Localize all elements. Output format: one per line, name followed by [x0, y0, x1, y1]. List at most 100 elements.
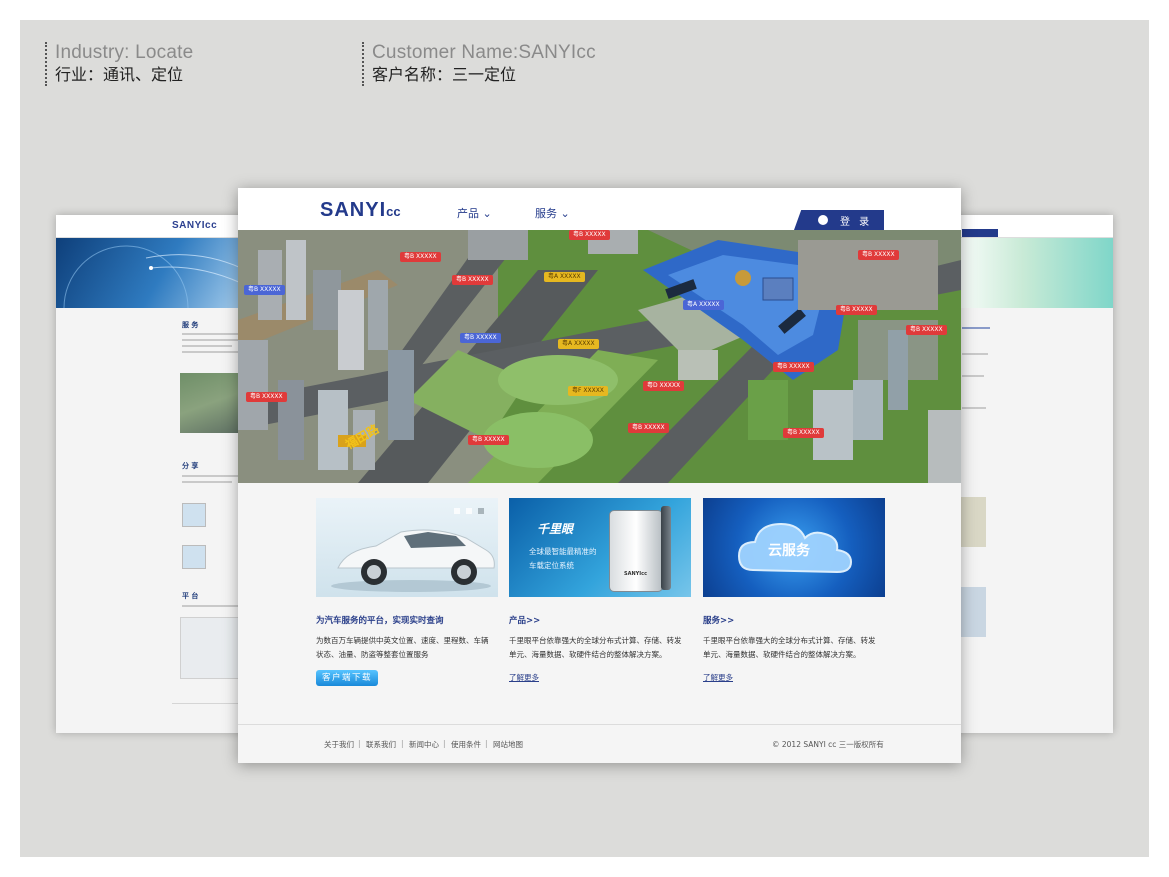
footer-link-terms[interactable]: 使用条件: [451, 739, 481, 750]
text-line: [962, 407, 986, 409]
vehicle-tag[interactable]: 粤B XXXXX: [244, 285, 285, 295]
industry-en: Industry: Locate: [55, 42, 194, 63]
site-header: SANYIcc 产品 ⌄ 服务 ⌄ 登 录: [238, 188, 961, 230]
footer-separator: |: [485, 739, 488, 748]
main-page: SANYIcc 产品 ⌄ 服务 ⌄ 登 录 粤B XXXXX 粤B XXXXX …: [238, 188, 961, 763]
customer-en: Customer Name:SANYIcc: [372, 42, 596, 63]
footer-divider: [238, 724, 961, 725]
footer-link-news[interactable]: 新闻中心: [409, 739, 439, 750]
back-right-login-tab: [962, 229, 998, 237]
vehicle-tag[interactable]: 粤D XXXXX: [643, 381, 685, 391]
logo-suffix: cc: [386, 204, 401, 219]
platform-diagram-thumb: [180, 617, 244, 679]
card-cloud-image: 云服务: [703, 498, 885, 597]
text-line: [182, 605, 240, 607]
vehicle-tag[interactable]: 粤B XXXXX: [400, 252, 441, 262]
card-3-text: 千里眼平台依靠强大的全球分布式计算、存储、转发单元、海量数据、软硬件结合的整体解…: [703, 636, 876, 659]
client-download-button[interactable]: 客户端下载: [316, 670, 378, 686]
chevron-down-icon: ⌄: [560, 207, 570, 220]
vehicle-tag[interactable]: 粤A XXXXX: [544, 272, 585, 282]
footer-separator: |: [358, 739, 361, 748]
text-line: [182, 333, 240, 335]
card-3-learn-more-link[interactable]: 了解更多: [703, 672, 733, 683]
back-right-thumb-2: [960, 587, 986, 637]
device-label: SANYIcc: [624, 571, 648, 577]
footer-link-contact[interactable]: 联系我们: [366, 739, 396, 750]
text-line: [182, 351, 240, 353]
logo-text: SANYI: [320, 199, 387, 221]
card-2-title[interactable]: 产品>>: [509, 614, 540, 626]
vehicle-tag[interactable]: 粤B XXXXX: [452, 275, 493, 285]
nav-services[interactable]: 服务 ⌄: [535, 205, 570, 221]
login-button[interactable]: 登 录: [794, 210, 884, 230]
vehicle-tag[interactable]: 粤B XXXXX: [858, 250, 899, 260]
cloud-service-text: 云服务: [768, 543, 810, 559]
palm-icon: [182, 545, 206, 569]
footer-separator: |: [401, 739, 404, 748]
footer-link-sitemap[interactable]: 网站地图: [493, 739, 523, 750]
footer-link-about[interactable]: 关于我们: [324, 739, 354, 750]
back-page-left: SANYIcc 服 务 分 享 平 台: [56, 215, 246, 733]
card-2-text: 千里眼平台依靠强大的全球分布式计算、存储、转发单元、海量数据、软硬件结合的整体解…: [509, 636, 682, 659]
globe-graphic: [63, 245, 242, 371]
text-line: [182, 339, 240, 341]
product-slogan-2: 车载定位系统: [529, 561, 574, 570]
city-map-banner: 粤B XXXXX 粤B XXXXX 粤B XXXXX 粤B XXXXX 粤A X…: [238, 230, 961, 483]
back-page-right: [950, 215, 1113, 733]
chat-icon: [182, 503, 206, 527]
device-side: [661, 506, 671, 590]
vehicle-tag[interactable]: 粤B XXXXX: [468, 435, 509, 445]
text-line: [962, 375, 984, 377]
nav-products-label: 产品: [457, 207, 479, 220]
text-line: [182, 345, 232, 347]
vehicle-tag[interactable]: 粤A XXXXX: [558, 339, 599, 349]
vehicle-tag[interactable]: 粤B XXXXX: [460, 333, 501, 343]
card-2-learn-more-link[interactable]: 了解更多: [509, 672, 539, 683]
customer-caption: Customer Name:SANYIcc 客户名称：三一定位: [362, 42, 596, 86]
back-left-map-thumb: [180, 373, 242, 433]
text-line: [962, 327, 990, 329]
product-slogan-1: 全球最智能最精准的: [529, 547, 597, 556]
vehicle-tag[interactable]: 粤B XXXXX: [836, 305, 877, 315]
vehicle-tag[interactable]: 粤B XXXXX: [628, 423, 669, 433]
customer-cn: 客户名称：三一定位: [372, 65, 517, 84]
copyright: © 2012 SANYI cc 三一版权所有: [772, 740, 884, 749]
industry-cn: 行业：通讯、定位: [55, 65, 184, 84]
back-left-section-services: 服 务: [182, 321, 199, 329]
vehicle-tag[interactable]: 粤F XXXXX: [568, 386, 608, 396]
chevron-down-icon: ⌄: [482, 207, 492, 220]
back-right-header: [950, 215, 1113, 238]
gps-device-icon: SANYIcc: [609, 510, 663, 592]
back-left-section-platform: 平 台: [182, 592, 199, 600]
vehicle-tag[interactable]: 粤B XXXXX: [783, 428, 824, 438]
vehicle-tag[interactable]: 粤B XXXXX: [246, 392, 287, 402]
user-icon: [818, 215, 828, 225]
text-line: [962, 353, 988, 355]
text-line: [182, 475, 240, 477]
card-1-text: 为数百万车辆提供中英文位置、速度、里程数、车辆状态、油量、防盗等整套位置服务: [316, 636, 489, 659]
vehicle-tag[interactable]: 粤A XXXXX: [683, 300, 724, 310]
back-left-header: SANYIcc: [56, 215, 246, 238]
card-product-image: 千里眼 全球最智能最精准的 车载定位系统 SANYIcc: [509, 498, 691, 597]
site-logo[interactable]: SANYIcc: [320, 199, 401, 222]
car-illustration: [331, 508, 495, 592]
login-label: 登 录: [840, 217, 873, 228]
back-right-banner: [950, 238, 1113, 308]
back-left-logo: SANYIcc: [172, 220, 218, 231]
product-brand-text: 千里眼: [537, 522, 574, 536]
vehicle-tag[interactable]: 粤B XXXXX: [906, 325, 947, 335]
back-left-section-share: 分 享: [182, 462, 199, 470]
footer-line: [172, 703, 244, 704]
nav-services-label: 服务: [535, 207, 557, 220]
back-right-thumb-1: [960, 497, 986, 547]
footer-separator: |: [443, 739, 446, 748]
back-left-banner: [56, 238, 246, 371]
vehicle-tag[interactable]: 粤B XXXXX: [773, 362, 814, 372]
nav-products[interactable]: 产品 ⌄: [457, 205, 492, 221]
card-car-image: [316, 498, 498, 597]
card-3-title[interactable]: 服务>>: [703, 614, 734, 626]
card-1-title: 为汽车服务的平台，实现实时查询: [316, 616, 444, 626]
industry-caption: Industry: Locate 行业：通讯、定位: [45, 42, 193, 86]
vehicle-tag[interactable]: 粤B XXXXX: [569, 230, 610, 240]
text-line: [182, 481, 232, 483]
